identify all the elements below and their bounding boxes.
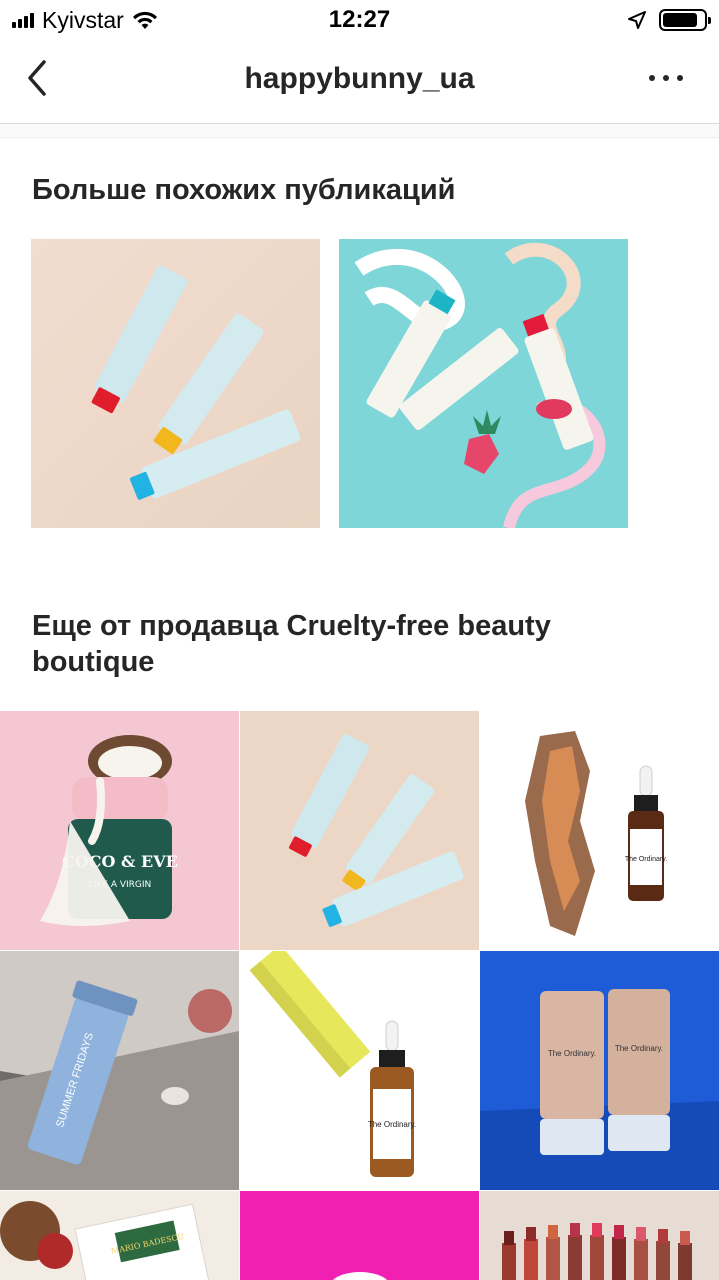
status-time: 12:27 [328, 6, 391, 33]
post-image [480, 1191, 719, 1280]
similar-post-2[interactable] [339, 239, 628, 528]
seller-post-7[interactable]: MARIO BADESCU [0, 1191, 239, 1280]
post-image [240, 1191, 479, 1280]
product-label-ordinary: The Ordinary. [625, 856, 667, 863]
product-label-ordinary: The Ordinary. [615, 1044, 663, 1053]
more-horizontal-icon [649, 75, 655, 81]
seller-post-6[interactable]: The Ordinary. The Ordinary. [480, 951, 719, 1190]
similar-post-1[interactable] [31, 239, 320, 528]
post-image [339, 239, 628, 528]
post-image [240, 711, 479, 950]
post-image: MARIO BADESCU [0, 1191, 239, 1280]
status-right [627, 8, 711, 32]
product-label-ordinary: The Ordinary. [548, 1049, 596, 1058]
seller-post-9[interactable] [480, 1191, 719, 1280]
section-title-seller: Еще от продавца Cruelty-free beauty bout… [32, 610, 551, 678]
post-image: SUMMER FRIDAYS [0, 951, 239, 1190]
divider [0, 124, 719, 138]
product-label-ordinary: The Ordinary. [368, 1120, 416, 1129]
more-options-button[interactable] [649, 68, 683, 88]
seller-post-1[interactable]: COCO & EVE LIKE A VIRGIN [0, 711, 239, 950]
post-image [31, 239, 320, 528]
seller-post-4[interactable]: SUMMER FRIDAYS [0, 951, 239, 1190]
post-image: The Ordinary. [240, 951, 479, 1190]
seller-post-3[interactable]: The Ordinary. [480, 711, 719, 950]
battery-icon [659, 9, 711, 31]
post-image: The Ordinary. [480, 711, 719, 950]
nav-bar: happybunny_ua [0, 40, 719, 124]
seller-post-8[interactable] [240, 1191, 479, 1280]
status-bar: Kyivstar 12:27 [0, 0, 719, 40]
section-title-similar: Больше похожих публикаций [32, 174, 456, 206]
seller-post-2[interactable] [240, 711, 479, 950]
seller-post-5[interactable]: The Ordinary. [240, 951, 479, 1190]
post-image: COCO & EVE LIKE A VIRGIN [0, 711, 239, 950]
post-image: The Ordinary. The Ordinary. [480, 951, 719, 1190]
location-arrow-icon [628, 11, 646, 29]
page-title[interactable]: happybunny_ua [0, 62, 719, 96]
